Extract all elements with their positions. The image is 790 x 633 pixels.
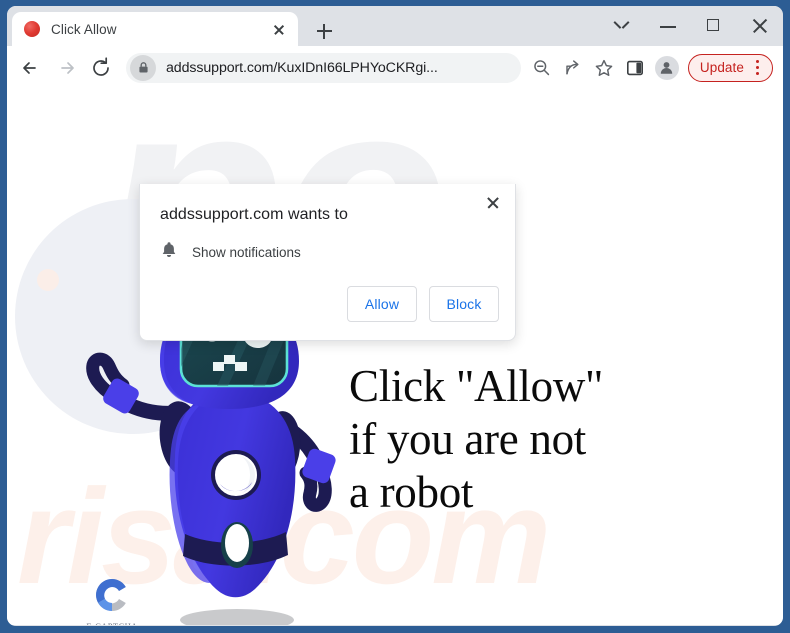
block-button[interactable]: Block xyxy=(429,286,499,322)
browser-window-inner: Click Allow addssupport.com/KuxIDnI66LPH… xyxy=(7,6,783,626)
permission-label: Show notifications xyxy=(192,244,301,260)
update-button-label: Update xyxy=(699,60,744,75)
address-bar[interactable]: addssupport.com/KuxIDnI66LPHYoCKRgi... xyxy=(126,52,521,83)
forward-arrow-icon xyxy=(50,52,82,84)
e-captcha-label: E-CAPTCHA xyxy=(83,621,141,625)
tab-search-chevron-down-icon[interactable] xyxy=(599,6,645,46)
zoom-out-icon[interactable] xyxy=(527,53,557,83)
notification-permission-dialog: addssupport.com wants to Show notificati… xyxy=(139,184,516,341)
dialog-title: addssupport.com wants to xyxy=(160,206,348,223)
tab-strip: Click Allow xyxy=(7,6,783,46)
bookmark-star-icon[interactable] xyxy=(589,53,619,83)
share-icon[interactable] xyxy=(558,53,588,83)
allow-button[interactable]: Allow xyxy=(347,286,417,322)
favicon-icon xyxy=(24,21,40,37)
minimize-icon[interactable] xyxy=(645,6,691,46)
dialog-actions: Allow Block xyxy=(140,264,515,340)
window-controls xyxy=(599,6,783,46)
close-window-icon[interactable] xyxy=(737,6,783,46)
update-button[interactable]: Update xyxy=(687,53,773,82)
new-tab-button[interactable] xyxy=(310,17,338,45)
close-tab-icon[interactable] xyxy=(268,18,290,40)
close-dialog-icon[interactable] xyxy=(480,190,506,216)
browser-toolbar: addssupport.com/KuxIDnI66LPHYoCKRgi... U… xyxy=(7,46,783,89)
maximize-icon[interactable] xyxy=(691,6,737,46)
bell-icon xyxy=(160,240,178,264)
lock-icon[interactable] xyxy=(130,54,156,81)
permission-row: Show notifications xyxy=(140,224,515,264)
browser-tab[interactable]: Click Allow xyxy=(12,12,298,46)
url-text: addssupport.com/KuxIDnI66LPHYoCKRgi... xyxy=(166,59,438,76)
back-arrow-icon[interactable] xyxy=(15,52,47,84)
three-dot-menu-icon[interactable] xyxy=(748,58,766,78)
reload-icon[interactable] xyxy=(85,52,117,84)
decorative-dot-b xyxy=(37,269,59,291)
profile-avatar-icon[interactable] xyxy=(654,55,679,80)
tab-title: Click Allow xyxy=(51,21,117,37)
page-viewport: pc risa.com xyxy=(7,89,783,625)
e-captcha-c-logo xyxy=(96,579,126,611)
e-captcha-logo: E-CAPTCHA xyxy=(83,575,141,625)
browser-window: Click Allow addssupport.com/KuxIDnI66LPH… xyxy=(0,0,790,633)
side-panel-icon[interactable] xyxy=(620,53,650,83)
page-headline: Click "Allow" if you are not a robot xyxy=(349,361,604,517)
